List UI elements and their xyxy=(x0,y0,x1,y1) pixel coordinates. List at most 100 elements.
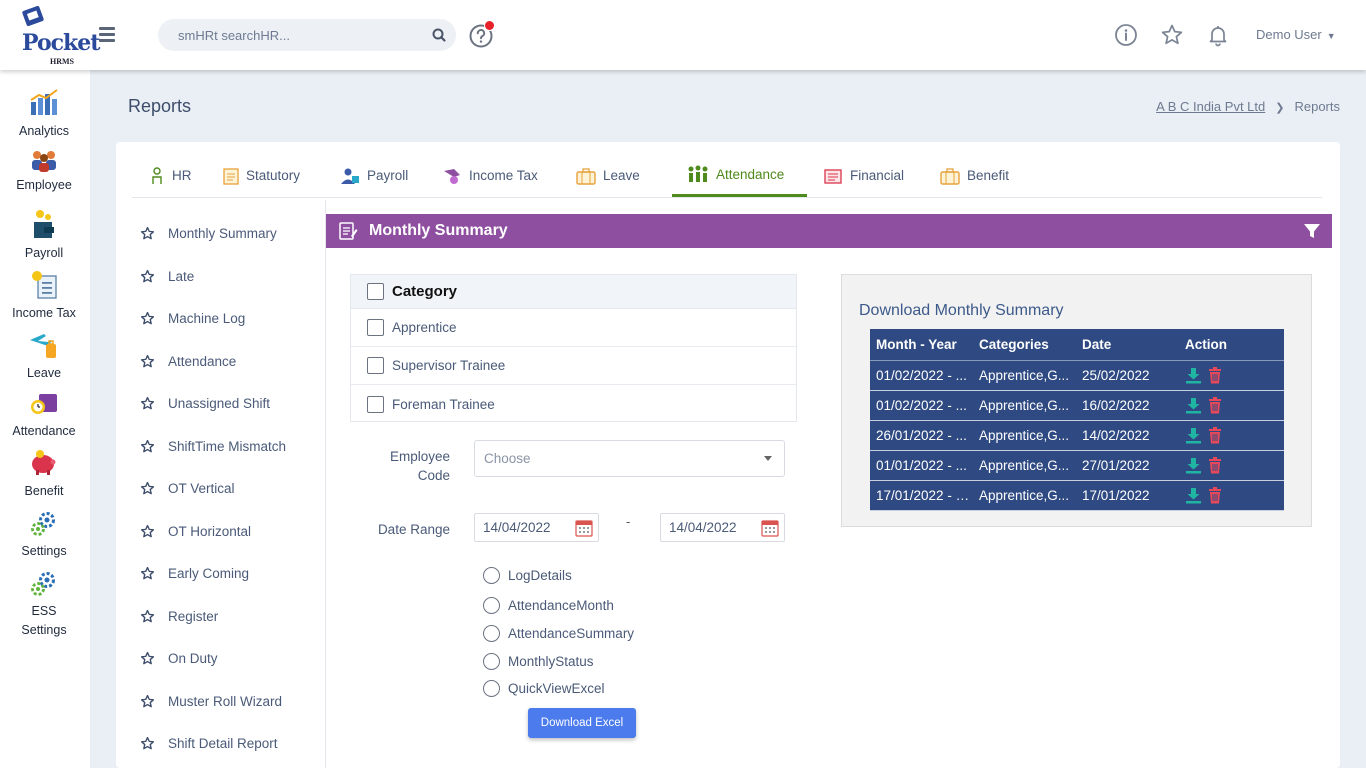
sidebar-item-employee[interactable]: Employee xyxy=(0,148,88,195)
delete-icon[interactable] xyxy=(1208,366,1222,384)
download-excel-button[interactable]: Download Excel xyxy=(528,708,636,738)
top-bar: Pocket HRMS smHRt searchHR... Demo User … xyxy=(0,0,1366,70)
report-item[interactable]: OT Horizontal xyxy=(140,524,251,539)
download-icon[interactable] xyxy=(1185,367,1202,384)
radio-button[interactable] xyxy=(483,680,500,697)
sidebar-label: Attendance xyxy=(12,424,76,438)
breadcrumb-link-company[interactable]: A B C India Pvt Ltd xyxy=(1156,99,1265,114)
delete-icon[interactable] xyxy=(1208,396,1222,414)
sidebar-item-payroll[interactable]: Payroll xyxy=(0,208,88,263)
category-select-all-checkbox[interactable] xyxy=(367,283,384,300)
star-icon xyxy=(140,651,155,665)
favorites-button[interactable] xyxy=(1160,23,1184,47)
tab-financial[interactable]: Financial xyxy=(823,154,904,197)
tab-payroll[interactable]: Payroll xyxy=(340,154,408,197)
radio-option-attendancesummary[interactable]: AttendanceSummary xyxy=(483,625,634,642)
sidebar-item-leave[interactable]: Leave xyxy=(0,328,88,383)
sidebar-label: Benefit xyxy=(24,484,64,498)
attendance-icon xyxy=(31,394,57,414)
category-option[interactable]: Supervisor Trainee xyxy=(351,347,796,385)
report-item-label: Shift Detail Report xyxy=(168,736,278,751)
employee-code-select[interactable]: Choose xyxy=(474,440,785,477)
radio-button[interactable] xyxy=(483,625,500,642)
sidebar-item-attendance[interactable]: Attendance xyxy=(0,388,88,441)
ess-settings-icon xyxy=(31,572,55,596)
table-row: 17/01/2022 - 1... Apprentice,G... 17/01/… xyxy=(870,480,1284,511)
date-from-input[interactable]: 14/04/2022 xyxy=(474,513,599,542)
tab-income-tax[interactable]: Income Tax xyxy=(442,154,538,197)
report-item-label: Late xyxy=(168,269,195,284)
radio-button[interactable] xyxy=(483,653,500,670)
column-header: Month - Year xyxy=(870,329,973,361)
sidebar-item-settings[interactable]: Settings xyxy=(0,510,88,561)
tab-label: Statutory xyxy=(246,168,301,183)
report-item[interactable]: Early Coming xyxy=(140,566,249,581)
delete-icon[interactable] xyxy=(1208,456,1222,474)
category-checkbox[interactable] xyxy=(367,319,384,336)
section-header: Monthly Summary xyxy=(326,214,1332,248)
income-tax-icon xyxy=(444,168,460,184)
report-item[interactable]: Shift Detail Report xyxy=(140,736,278,751)
calendar-icon[interactable] xyxy=(574,518,594,538)
category-checkbox[interactable] xyxy=(367,395,384,413)
info-button[interactable] xyxy=(1114,23,1138,47)
sidebar-item-income-tax[interactable]: Income Tax xyxy=(0,268,88,323)
download-icon[interactable] xyxy=(1185,427,1202,444)
report-item[interactable]: Register xyxy=(140,609,218,624)
star-icon xyxy=(140,481,155,495)
date-to-input[interactable]: 14/04/2022 xyxy=(660,513,785,542)
report-item-label: Register xyxy=(168,609,219,624)
report-item[interactable]: Late xyxy=(140,269,194,284)
breadcrumb: A B C India Pvt Ltd ❯ Reports xyxy=(1156,99,1340,114)
radio-button[interactable] xyxy=(483,597,500,614)
tab-statutory[interactable]: Statutory xyxy=(223,154,300,197)
app-logo[interactable]: Pocket HRMS xyxy=(10,5,100,66)
star-icon xyxy=(140,566,155,580)
report-item[interactable]: Muster Roll Wizard xyxy=(140,694,282,709)
page-title: Reports xyxy=(128,96,192,116)
star-icon xyxy=(140,609,155,623)
category-option[interactable]: Foreman Trainee xyxy=(351,385,796,423)
calendar-icon[interactable] xyxy=(760,518,780,538)
report-item[interactable]: ShiftTime Mismatch xyxy=(140,439,286,454)
star-icon xyxy=(140,226,155,240)
table-header-row: Month - Year Categories Date Action xyxy=(870,329,1284,361)
category-checkbox[interactable] xyxy=(367,357,384,374)
tab-benefit[interactable]: Benefit xyxy=(940,154,1009,197)
star-icon xyxy=(140,354,155,368)
report-item[interactable]: OT Vertical xyxy=(140,481,235,496)
sidebar-item-ess-settings[interactable]: ESS Settings xyxy=(0,570,88,640)
analytics-icon xyxy=(30,89,58,115)
download-icon[interactable] xyxy=(1185,487,1202,504)
search-button[interactable] xyxy=(424,21,454,49)
sidebar-item-benefit[interactable]: Benefit xyxy=(0,448,88,501)
menu-toggle-icon[interactable] xyxy=(99,27,115,42)
delete-icon[interactable] xyxy=(1208,486,1222,504)
star-icon xyxy=(140,694,155,708)
sidebar-item-analytics[interactable]: Analytics xyxy=(0,88,88,141)
download-icon[interactable] xyxy=(1185,457,1202,474)
statutory-icon xyxy=(223,167,239,185)
radio-option-attendancemonth[interactable]: AttendanceMonth xyxy=(483,597,614,614)
radio-button[interactable] xyxy=(483,567,500,584)
delete-icon[interactable] xyxy=(1208,426,1222,444)
tab-hr[interactable]: HR xyxy=(151,154,192,197)
tab-leave[interactable]: Leave xyxy=(576,154,640,197)
report-tabs: HR Statutory Payroll Income Tax Leave At… xyxy=(132,154,1322,198)
user-menu[interactable]: Demo User ▼ xyxy=(1256,27,1336,42)
radio-option-quickviewexcel[interactable]: QuickViewExcel xyxy=(483,680,605,697)
report-item[interactable]: On Duty xyxy=(140,651,218,666)
search-input[interactable] xyxy=(158,19,418,51)
tab-attendance[interactable]: Attendance xyxy=(672,154,807,197)
report-item[interactable]: Unassigned Shift xyxy=(140,396,270,411)
radio-option-logdetails[interactable]: LogDetails xyxy=(483,567,572,584)
radio-option-monthlystatus[interactable]: MonthlyStatus xyxy=(483,653,594,670)
tab-label: Benefit xyxy=(967,168,1010,183)
filter-icon[interactable] xyxy=(1302,221,1322,241)
report-item[interactable]: Monthly Summary xyxy=(140,226,277,241)
report-item[interactable]: Attendance xyxy=(140,354,236,369)
report-item[interactable]: Machine Log xyxy=(140,311,245,326)
category-option[interactable]: Apprentice xyxy=(351,309,796,347)
download-icon[interactable] xyxy=(1185,397,1202,414)
notifications-button[interactable] xyxy=(1206,23,1230,47)
